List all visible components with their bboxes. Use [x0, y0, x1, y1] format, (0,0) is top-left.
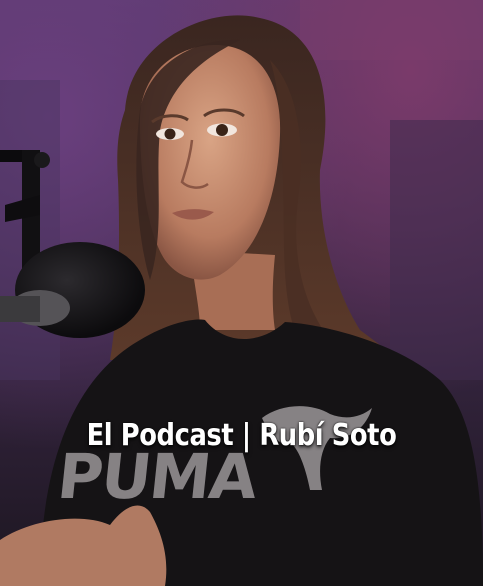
video-caption: El Podcast | Rubí Soto [86, 418, 397, 453]
podcast-scene: PUMA [0, 0, 483, 586]
video-frame: PUMA El Podcast | Rubí Soto [0, 0, 483, 586]
